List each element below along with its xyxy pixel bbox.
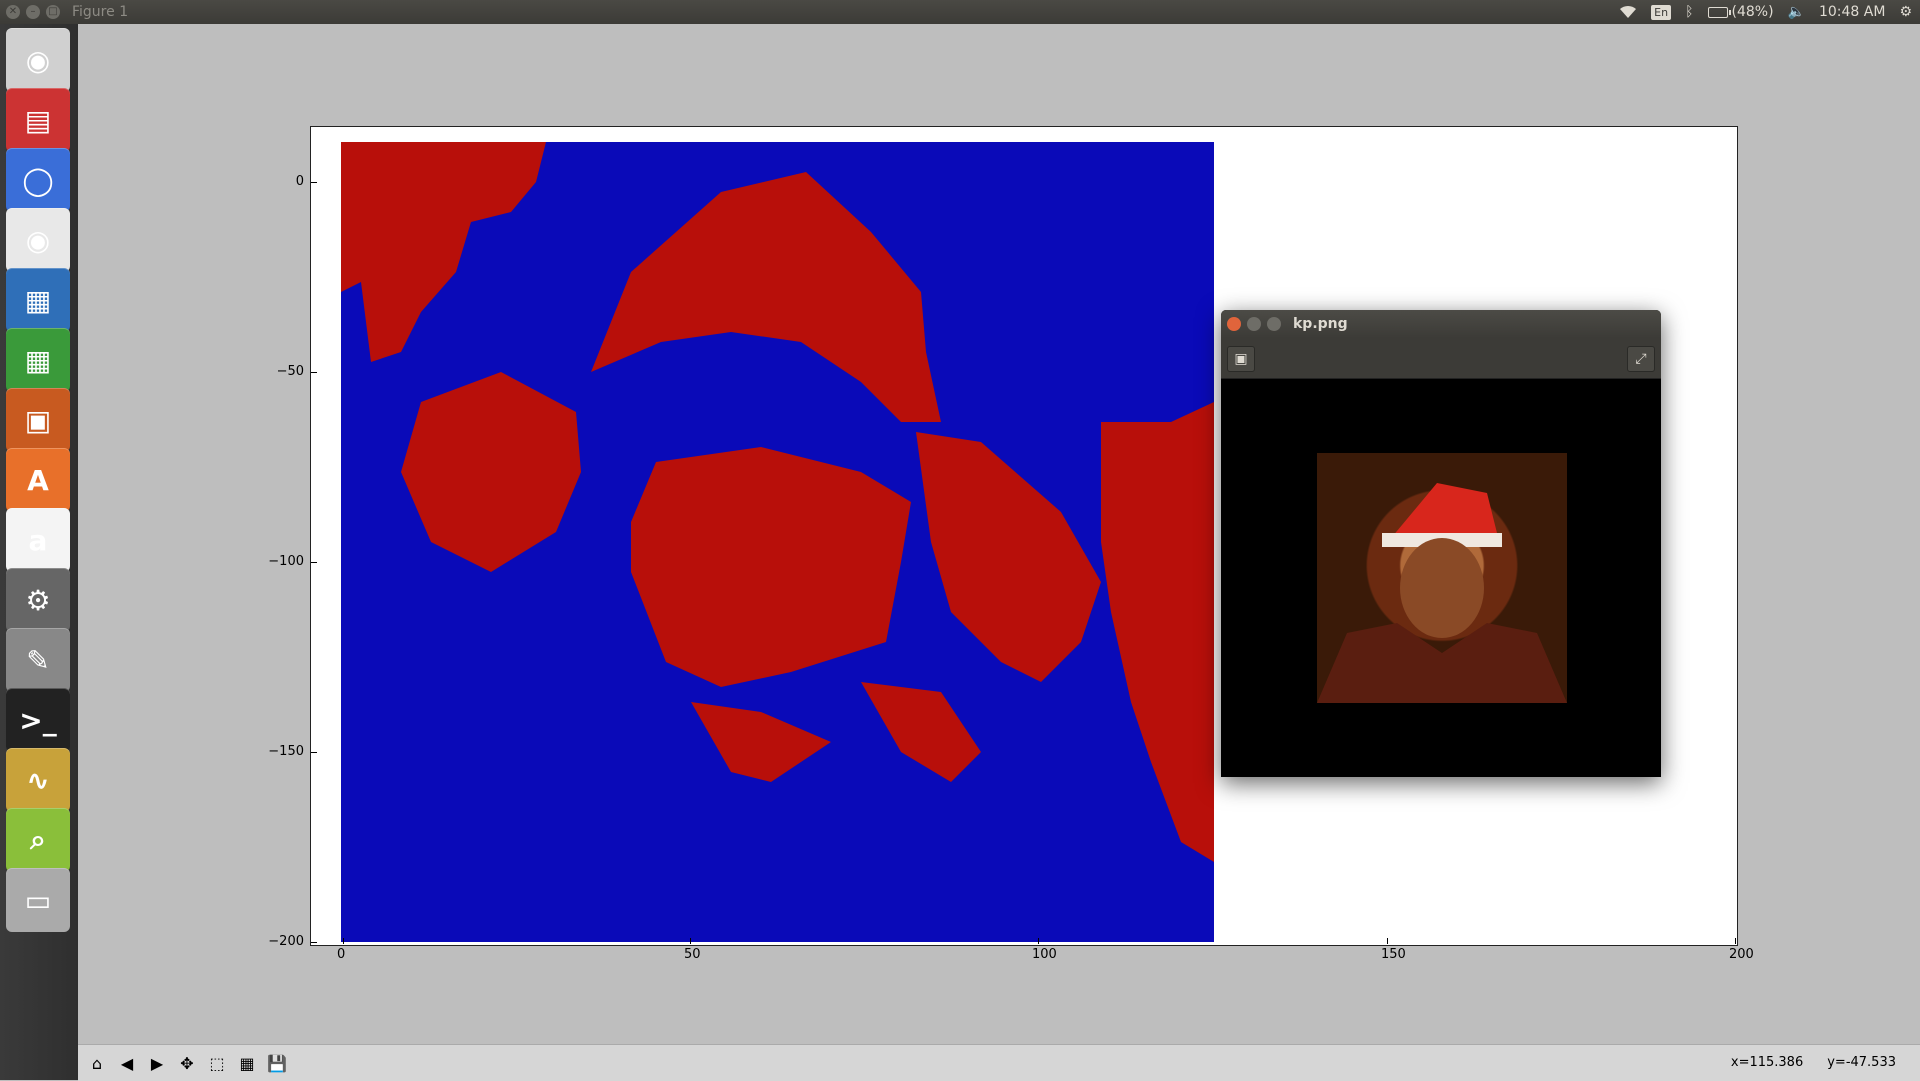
launcher: ◉ ▤ ◯ ◉ ▦ ▦ ▣ Aa ⚙ ✎ >_ ∿ ⌕ ▭ xyxy=(0,24,79,1080)
launcher-image-viewer-icon[interactable]: ⌕ xyxy=(6,808,70,872)
window-title: Figure 1 xyxy=(72,4,129,20)
launcher-impress-icon[interactable]: ▣ xyxy=(6,388,70,452)
x-tick-label: 100 xyxy=(1032,947,1057,962)
launcher-glyph: ▦ xyxy=(24,343,52,377)
viewer-maximize-icon[interactable] xyxy=(1267,317,1281,331)
y-tick-label: −200 xyxy=(268,934,304,949)
launcher-writer-icon[interactable]: ▦ xyxy=(6,268,70,332)
face xyxy=(1400,538,1484,638)
figure-toolbar: x=115.386 y=-47.533 ⌂ ◀ ▶ ✥ ⬚ ▦ 💾 xyxy=(78,1044,1920,1081)
zoom-icon[interactable]: ⬚ xyxy=(204,1050,230,1076)
x-tick-mark xyxy=(343,938,344,944)
y-tick-mark xyxy=(311,562,317,563)
launcher-ubuntu-dash-icon[interactable]: ◉ xyxy=(6,28,70,92)
launcher-glyph: ▣ xyxy=(24,403,52,437)
launcher-oscilloscope-icon[interactable]: ∿ xyxy=(6,748,70,812)
launcher-glyph: A xyxy=(27,463,49,497)
x-tick-mark xyxy=(1038,938,1039,944)
clock[interactable]: 10:48 AM xyxy=(1819,4,1885,20)
y-tick-mark xyxy=(311,372,317,373)
launcher-text-editor-icon[interactable]: ✎ xyxy=(6,628,70,692)
x-tick-mark xyxy=(1735,938,1736,944)
launcher-glyph: ✎ xyxy=(26,643,50,677)
y-tick-mark xyxy=(311,182,317,183)
close-window-icon[interactable]: ✕ xyxy=(6,5,20,19)
y-tick-label: −150 xyxy=(268,744,304,759)
y-tick-label: 0 xyxy=(295,174,304,189)
photo-svg xyxy=(1317,483,1567,703)
photo xyxy=(1317,453,1567,703)
launcher-glyph: ▭ xyxy=(24,883,52,917)
wifi-icon[interactable] xyxy=(1619,5,1637,19)
launcher-system-settings-icon[interactable]: ⚙ xyxy=(6,568,70,632)
viewer-minimize-icon[interactable] xyxy=(1247,317,1261,331)
volume-icon[interactable]: 🔈 xyxy=(1788,4,1805,20)
subplots-icon[interactable]: ▦ xyxy=(234,1050,260,1076)
maximize-window-icon[interactable]: □ xyxy=(46,5,60,19)
launcher-software-center-icon[interactable]: A xyxy=(6,448,70,512)
settings-gear-icon[interactable]: ⚙ xyxy=(1899,4,1912,20)
launcher-glyph: ◯ xyxy=(22,163,54,197)
launcher-chromium-icon[interactable]: ◯ xyxy=(6,148,70,212)
launcher-trash-icon[interactable]: ▭ xyxy=(6,868,70,932)
bluetooth-icon[interactable]: ᛒ xyxy=(1685,4,1693,20)
x-tick-mark xyxy=(1387,938,1388,944)
cursor-coordinates: x=115.386 y=-47.533 xyxy=(1731,1055,1896,1070)
battery-icon xyxy=(1707,6,1731,18)
launcher-glyph: ◉ xyxy=(25,223,51,257)
cursor-x: x=115.386 xyxy=(1730,1055,1804,1070)
x-tick-label: 50 xyxy=(684,947,701,962)
launcher-glyph: ◉ xyxy=(25,43,51,77)
y-tick-mark xyxy=(311,752,317,753)
top-panel: ✕ – □ Figure 1 En ᛒ (48%) 🔈 10:48 AM ⚙ xyxy=(0,0,1920,24)
home-icon[interactable]: ⌂ xyxy=(84,1050,110,1076)
minimize-window-icon[interactable]: – xyxy=(26,5,40,19)
viewer-titlebar[interactable]: kp.png xyxy=(1221,310,1661,338)
x-tick-label: 200 xyxy=(1729,947,1754,962)
pan-icon[interactable]: ✥ xyxy=(174,1050,200,1076)
launcher-glyph: ▦ xyxy=(24,283,52,317)
launcher-calc-icon[interactable]: ▦ xyxy=(6,328,70,392)
image-viewer-window[interactable]: kp.png ▣ ⤢ xyxy=(1221,310,1661,777)
forward-icon[interactable]: ▶ xyxy=(144,1050,170,1076)
y-tick-mark xyxy=(311,942,317,943)
save-icon[interactable]: 💾 xyxy=(264,1050,290,1076)
y-tick-label: −50 xyxy=(276,364,304,379)
viewer-toolbar: ▣ ⤢ xyxy=(1221,338,1661,379)
fullscreen-icon[interactable]: ⤢ xyxy=(1627,346,1655,372)
launcher-glyph: a xyxy=(28,523,48,557)
thresholded-image xyxy=(341,142,1214,942)
launcher-glyph: ⌕ xyxy=(30,823,46,856)
y-tick-label: −100 xyxy=(268,554,304,569)
system-tray: En ᛒ (48%) 🔈 10:48 AM ⚙ xyxy=(1619,0,1912,24)
launcher-terminal-icon[interactable]: >_ xyxy=(6,688,70,752)
launcher-glyph: ▤ xyxy=(24,103,52,137)
x-tick-mark xyxy=(690,938,691,944)
back-icon[interactable]: ◀ xyxy=(114,1050,140,1076)
keyboard-layout-icon[interactable]: En xyxy=(1651,4,1672,20)
launcher-glyph: ∿ xyxy=(26,763,50,797)
x-tick-label: 0 xyxy=(337,947,346,962)
x-tick-label: 150 xyxy=(1381,947,1406,962)
launcher-amazon-icon[interactable]: a xyxy=(6,508,70,572)
battery-percent: (48%) xyxy=(1731,4,1774,20)
viewer-title: kp.png xyxy=(1293,316,1348,332)
viewer-close-icon[interactable] xyxy=(1227,317,1241,331)
launcher-glyph: >_ xyxy=(19,703,57,737)
launcher-files-icon[interactable]: ▤ xyxy=(6,88,70,152)
battery-indicator[interactable]: (48%) xyxy=(1707,4,1774,20)
cursor-y: y=-47.533 xyxy=(1827,1055,1896,1070)
gallery-icon[interactable]: ▣ xyxy=(1227,346,1255,372)
launcher-glyph: ⚙ xyxy=(25,583,51,617)
launcher-chrome-icon[interactable]: ◉ xyxy=(6,208,70,272)
